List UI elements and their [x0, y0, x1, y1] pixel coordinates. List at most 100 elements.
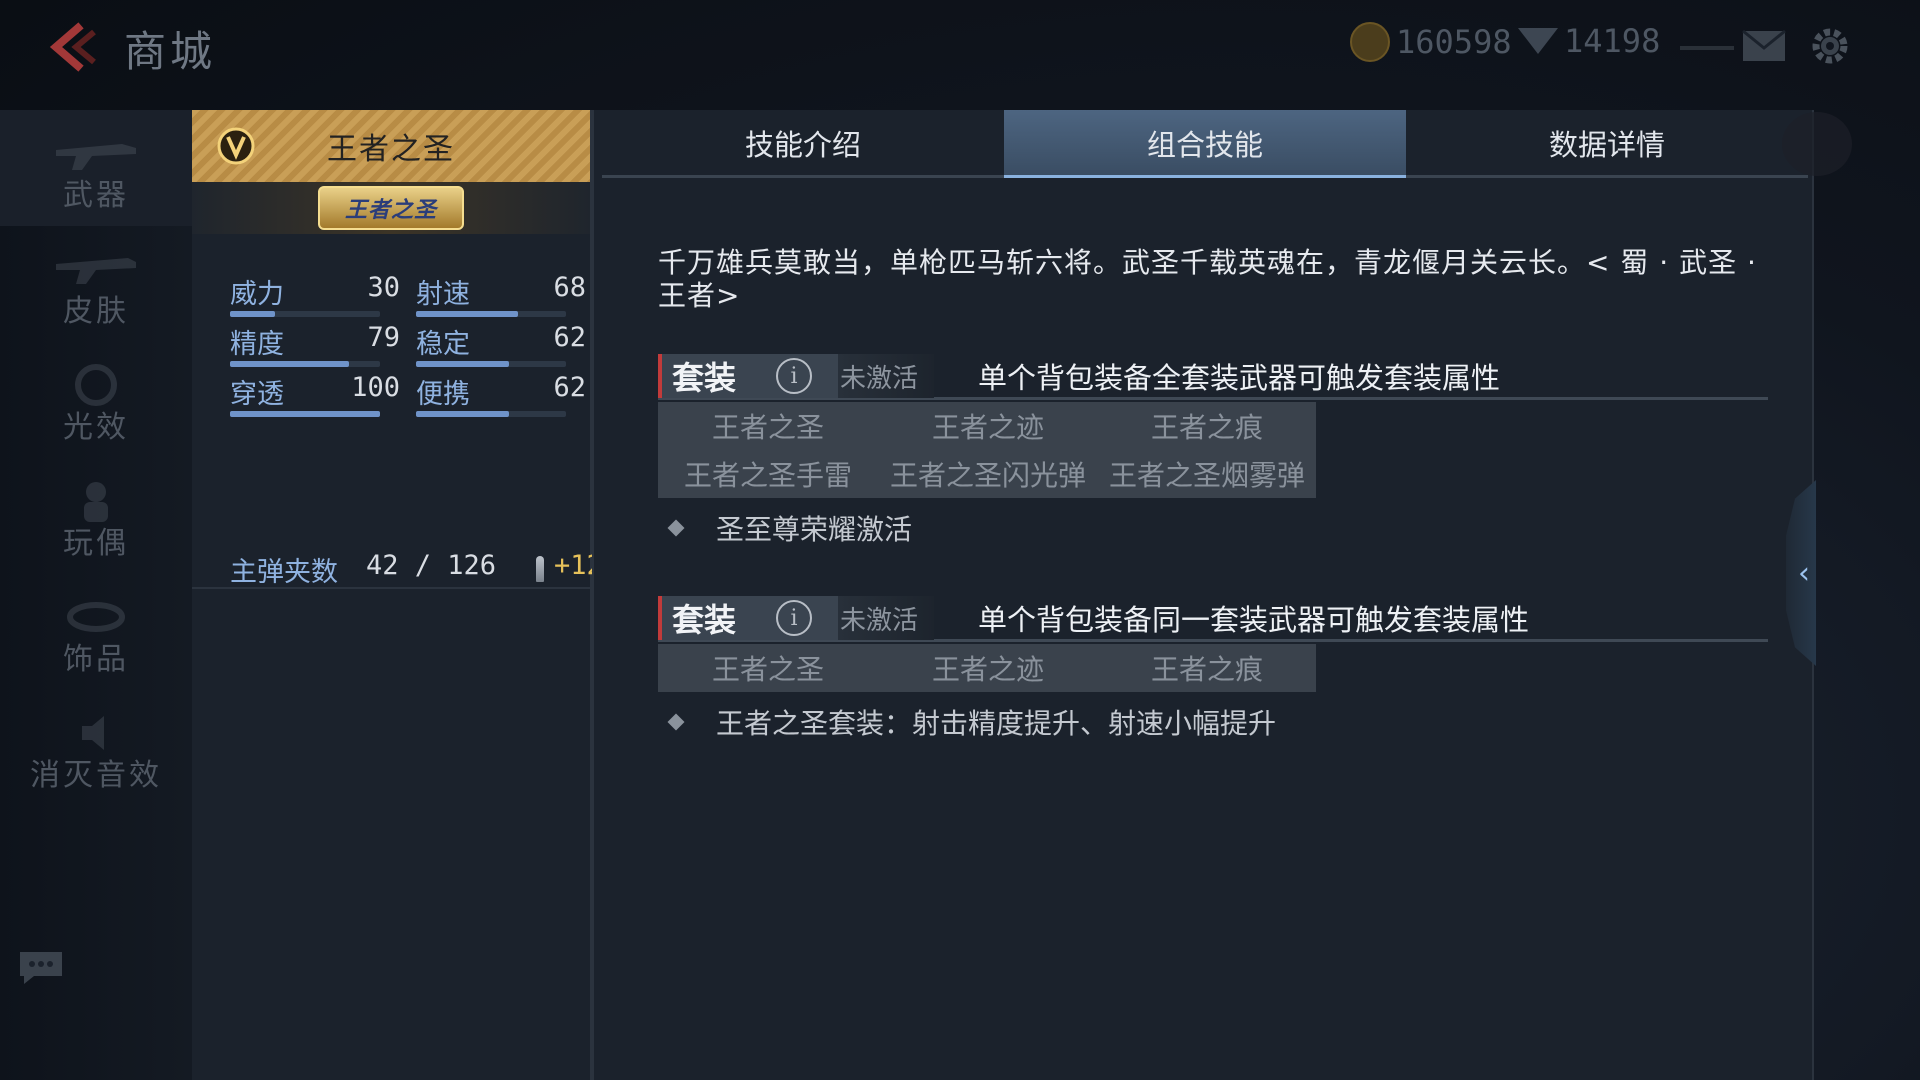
weapon-header: 王者之圣 — [192, 110, 590, 182]
set-rule: 单个背包装备全套装武器可触发套装属性 — [978, 361, 1501, 395]
stat-bar-fill — [416, 311, 518, 317]
weapon-name: 王者之圣 — [327, 132, 455, 167]
stat-4: 穿透 100 — [230, 372, 400, 417]
info-icon[interactable]: i — [776, 358, 812, 394]
chevron-left-icon: ‹ — [1798, 555, 1810, 591]
stat-5: 便携 62 — [416, 372, 586, 417]
back-arrow-icon[interactable] — [38, 22, 98, 72]
set-section: 套装 i 未激活 单个背包装备同一套装武器可触发套装属性 王者之圣 王者之迹 王… — [658, 596, 1768, 744]
set-header: 套装 i 未激活 单个背包装备全套装武器可触发套装属性 — [658, 354, 1768, 400]
stat-bar — [416, 361, 566, 367]
weapon-description: 千万雄兵莫敢当，单枪匹马斩六将。武圣千载英魂在，青龙偃月关云长。< 蜀 · 武圣… — [658, 246, 1757, 312]
sidebar-item-label: 光效 — [63, 410, 129, 445]
diamond-bullet-icon — [667, 519, 685, 537]
stat-value: 79 — [367, 322, 400, 353]
weapon-logo-row: 王者之圣 — [192, 182, 590, 234]
tab-bar: 技能介绍 组合技能 数据详情 — [602, 110, 1808, 178]
weapon-stats: 威力 30 射速 68 精度 79 稳定 62 穿透 100 便携 62 主弹夹数 42 / 126 … — [192, 234, 603, 589]
stat-label: 稳定 — [416, 329, 470, 360]
ammo-label: 主弹夹数 — [230, 557, 338, 588]
set-section: 套装 i 未激活 单个背包装备全套装武器可触发套装属性 王者之圣 王者之迹 王者… — [658, 354, 1768, 550]
set-bonus: 王者之圣套装：射击精度提升、射速小幅提升 — [658, 700, 1768, 744]
set-item: 王者之圣闪光弹 — [889, 459, 1086, 492]
set-items-grid: 王者之圣 王者之迹 王者之痕 王者之圣手雷 王者之圣闪光弹 王者之圣烟雾弹 — [658, 402, 1316, 498]
bullet-icon — [536, 556, 544, 582]
set-item: 王者之迹 — [931, 653, 1044, 686]
stat-bar-fill — [416, 361, 509, 367]
stat-value: 62 — [553, 322, 586, 353]
set-item: 王者之迹 — [931, 411, 1044, 444]
set-tag-label: 套装 — [672, 601, 737, 639]
stat-label: 射速 — [416, 279, 470, 310]
sidebar-item-weapons[interactable]: 武器 — [0, 110, 192, 226]
set-item: 王者之圣 — [711, 411, 824, 444]
weapon-logo-text: 王者之圣 — [344, 198, 437, 223]
stat-bar — [416, 311, 566, 317]
stat-bar-fill — [230, 411, 380, 417]
side-decoration — [1782, 112, 1852, 176]
tab-data-details[interactable]: 数据详情 — [1406, 110, 1808, 175]
sidebar-item-accessories[interactable]: 饰品 — [0, 574, 192, 690]
sidebar-item-label: 皮肤 — [63, 294, 129, 329]
set-tag-label: 套装 — [672, 359, 737, 397]
set-status: 未激活 — [838, 596, 935, 640]
sidebar-item-label: 饰品 — [63, 642, 129, 677]
detail-panel: 技能介绍 组合技能 数据详情 千万雄兵莫敢当，单枪匹马斩六将。武圣千载英魂在，青… — [592, 110, 1814, 1080]
stat-bar-fill — [230, 361, 349, 367]
stat-bar — [230, 311, 380, 317]
set-items-grid: 王者之圣 王者之迹 王者之痕 — [658, 644, 1316, 692]
set-item: 王者之痕 — [1150, 653, 1263, 686]
weapon-series-logo: 王者之圣 — [318, 186, 464, 230]
stat-2: 精度 79 — [230, 322, 400, 367]
set-rule: 单个背包装备同一套装武器可触发套装属性 — [978, 603, 1530, 637]
stat-bar — [416, 411, 566, 417]
set-item: 王者之痕 — [1150, 411, 1263, 444]
set-item: 王者之圣 — [711, 653, 824, 686]
gold-amount: 160598 — [1396, 23, 1512, 61]
ammo-row: 主弹夹数 42 / 126 +12 — [230, 550, 603, 588]
stat-bar — [230, 361, 380, 367]
gear-icon[interactable] — [1808, 24, 1852, 68]
set-item: 王者之圣手雷 — [683, 459, 852, 492]
weapon-info-panel: 王者之圣 王者之圣 威力 30 射速 68 精度 79 稳定 62 穿透 100 便携 62 主弹夹数… — [192, 110, 603, 1080]
diamond-counter: 14198 — [1518, 22, 1660, 60]
category-sidebar: 武器 皮肤 光效 玩偶 饰品 消灭音效 — [0, 110, 192, 1080]
info-icon[interactable]: i — [776, 600, 812, 636]
set-bonus-text: 圣至尊荣耀激活 — [716, 513, 913, 546]
divider — [1680, 46, 1734, 50]
sidebar-item-dolls[interactable]: 玩偶 — [0, 458, 192, 574]
sidebar-item-effects[interactable]: 光效 — [0, 342, 192, 458]
chat-icon[interactable] — [16, 948, 66, 988]
page-title: 商城 — [124, 27, 217, 76]
stat-value: 68 — [553, 272, 586, 303]
diamond-icon — [1518, 28, 1558, 54]
sidebar-item-label: 玩偶 — [63, 526, 129, 561]
tab-combo-skills[interactable]: 组合技能 — [1004, 110, 1406, 178]
stat-value: 100 — [351, 372, 400, 403]
diamond-amount: 14198 — [1564, 22, 1661, 60]
tab-skill-intro[interactable]: 技能介绍 — [602, 110, 1004, 175]
ammo-value: 42 / 126 — [366, 550, 497, 581]
stat-bar — [230, 411, 380, 417]
diamond-bullet-icon — [667, 713, 685, 731]
stat-3: 稳定 62 — [416, 322, 586, 367]
stat-label: 穿透 — [230, 379, 284, 410]
gold-counter: 160598 — [1350, 22, 1512, 62]
stat-value: 62 — [553, 372, 586, 403]
coin-icon — [1350, 22, 1390, 62]
sidebar-item-skins[interactable]: 皮肤 — [0, 226, 192, 342]
set-item: 王者之圣烟雾弹 — [1108, 459, 1305, 492]
vip-v-icon — [217, 127, 255, 165]
sidebar-item-label: 消灭音效 — [30, 758, 162, 793]
stat-0: 威力 30 — [230, 272, 400, 317]
set-bonus-text: 王者之圣套装：射击精度提升、射速小幅提升 — [716, 707, 1277, 740]
mail-icon[interactable] — [1742, 30, 1786, 62]
stat-label: 精度 — [230, 329, 284, 360]
stat-bar-fill — [416, 411, 509, 417]
set-status: 未激活 — [838, 354, 935, 398]
stat-label: 便携 — [416, 379, 470, 410]
sidebar-item-kill-sounds[interactable]: 消灭音效 — [0, 690, 192, 806]
set-header: 套装 i 未激活 单个背包装备同一套装武器可触发套装属性 — [658, 596, 1768, 642]
top-bar: 商城 160598 14198 — [0, 0, 1920, 96]
stat-value: 30 — [367, 272, 400, 303]
